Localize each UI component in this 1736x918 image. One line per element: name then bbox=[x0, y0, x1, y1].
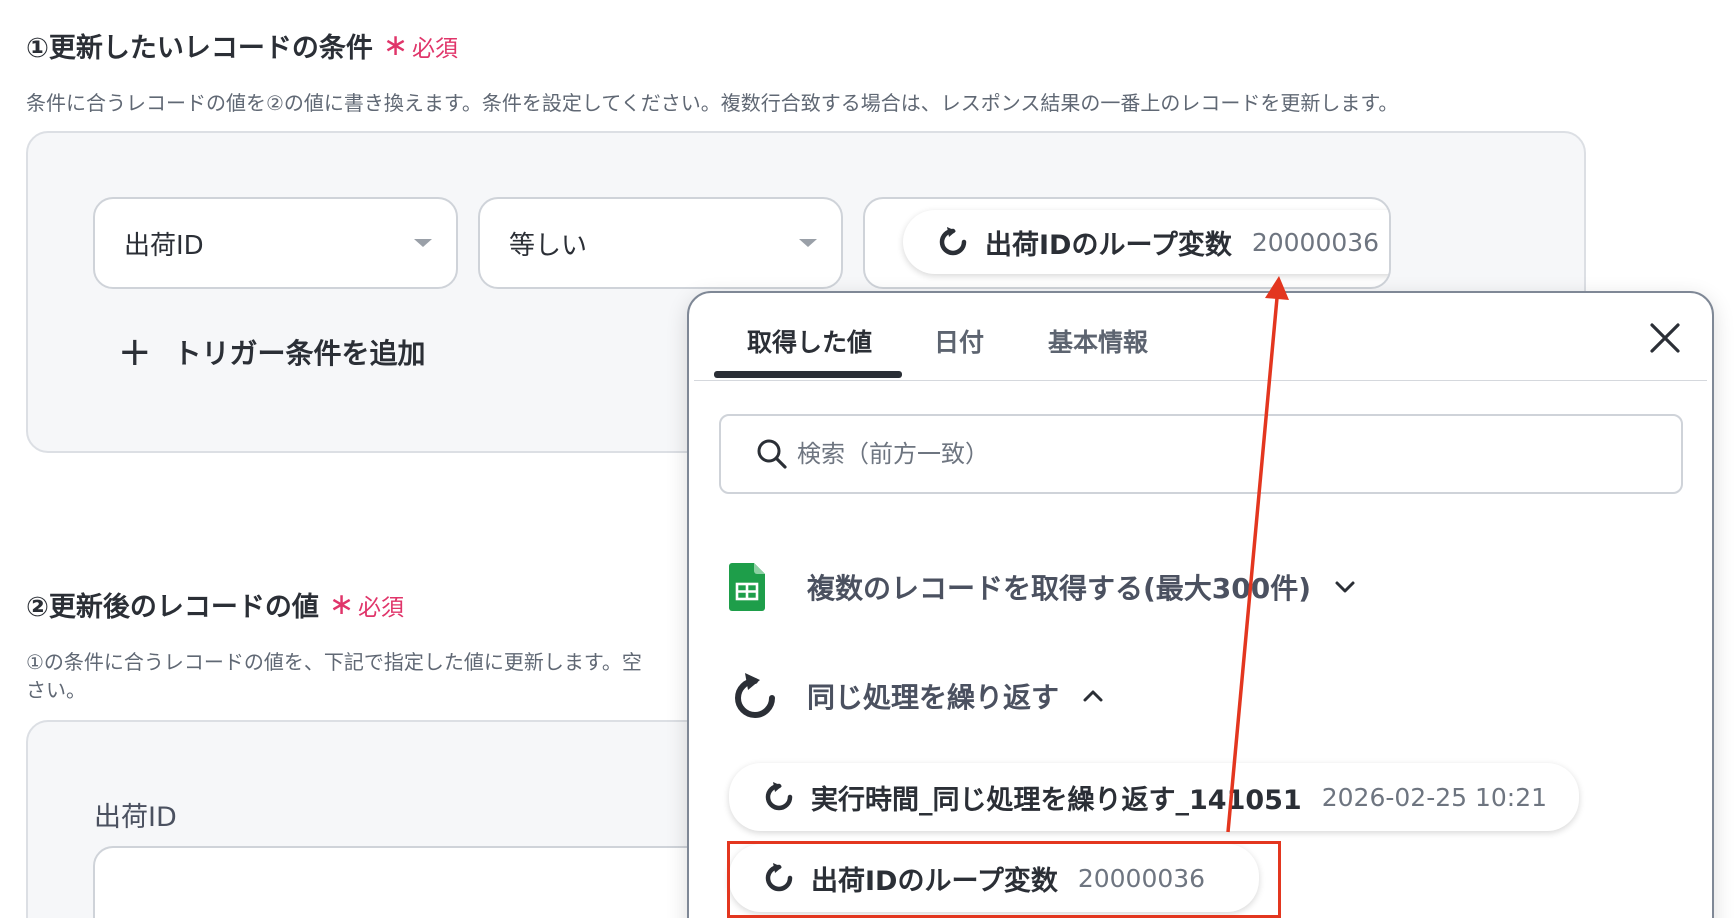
annotation-arrow-icon bbox=[1226, 276, 1289, 833]
